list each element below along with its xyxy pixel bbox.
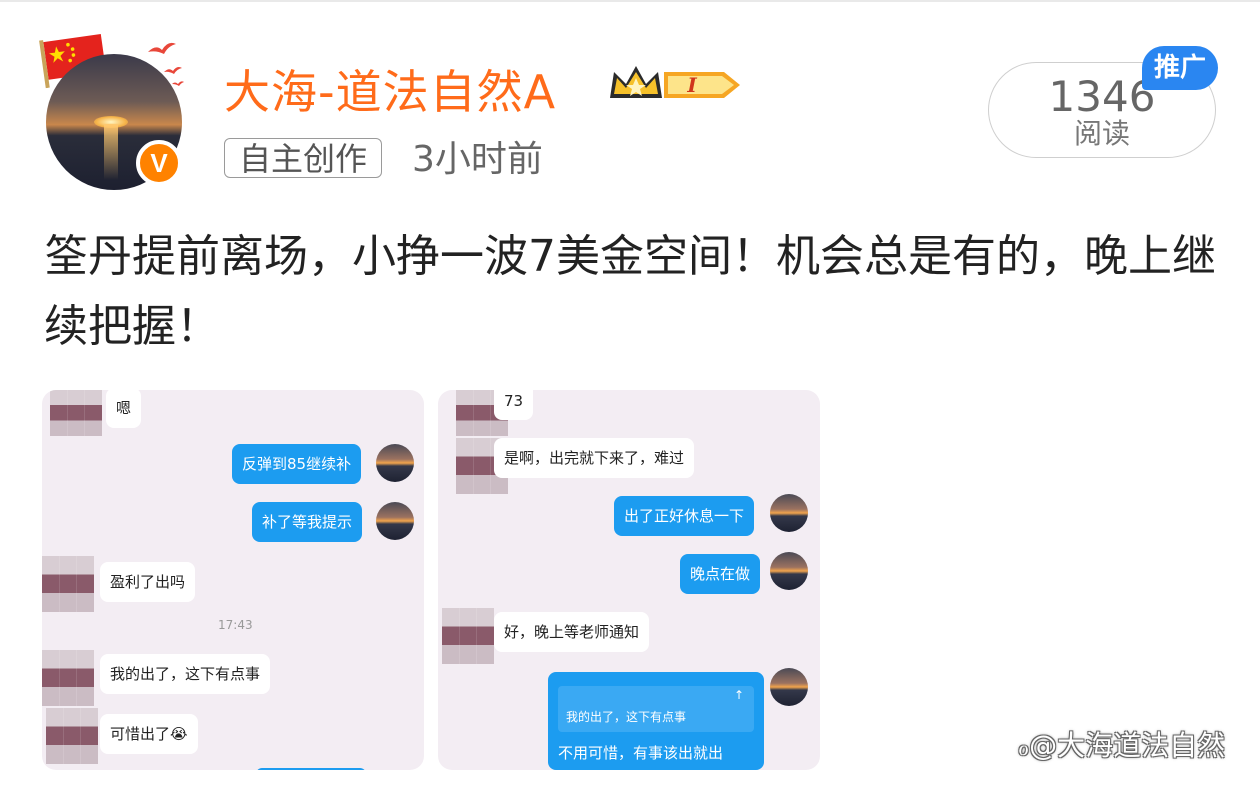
chat-bubble: 我的出了，这下有点事: [100, 654, 271, 694]
chat-bubble: 反弹到85继续补: [232, 444, 362, 484]
chat-bubble: 是啊，出完就下来了，难过: [494, 438, 695, 478]
watermark-text: @大海道法自然: [1029, 729, 1226, 762]
crown-icon[interactable]: I: [606, 58, 746, 110]
chat-bubble: 可惜出了😭: [100, 714, 198, 754]
self-avatar: [770, 552, 808, 590]
reply-text: 不用可惜，有事该出就出: [558, 744, 724, 762]
weibo-icon: ℴ: [1018, 733, 1030, 761]
chat-bubble-partial: [256, 768, 366, 770]
chat-bubble: 嗯: [106, 390, 142, 428]
chat-bubble: 73: [494, 390, 534, 420]
quoted-text: 我的出了，这下有点事: [566, 710, 687, 724]
chat-bubble: 补了等我提示: [252, 502, 363, 542]
self-avatar: [376, 502, 414, 540]
level-badge: I: [686, 73, 697, 97]
promo-badge[interactable]: 推广: [1142, 46, 1218, 90]
post-time: 3小时前: [412, 139, 543, 180]
chat-bubble: 出了正好休息一下: [614, 496, 755, 536]
username[interactable]: 大海-道法自然A: [224, 56, 556, 122]
chat-screenshot-left[interactable]: 嗯 反弹到85继续补 补了等我提示 盈利了出吗 17:43 我的出了，这下有点事…: [42, 390, 424, 770]
chat-bubble: 盈利了出吗: [100, 562, 196, 602]
blurred-avatar: [50, 390, 102, 436]
chat-timestamp: 17:43: [218, 618, 253, 632]
avatar-sun-reflection: [104, 124, 118, 180]
watermark: ℴ@大海道法自然: [1018, 724, 1225, 764]
arrow-up-icon: ↑: [734, 688, 745, 702]
self-avatar: [770, 668, 808, 706]
self-avatar: [376, 444, 414, 482]
blurred-avatar: [42, 556, 94, 612]
top-divider: [0, 0, 1260, 2]
blurred-avatar: [42, 650, 94, 706]
blurred-avatar: [46, 708, 98, 764]
chat-bubble: 晚点在做: [680, 554, 761, 594]
blurred-avatar: [442, 608, 494, 664]
read-label: 阅读: [1073, 117, 1130, 150]
original-tag: 自主创作: [224, 138, 383, 178]
chat-screenshot-right[interactable]: 73 是啊，出完就下来了，难过 出了正好休息一下 晚点在做 好，晚上等老师通知 …: [438, 390, 820, 770]
self-avatar: [770, 494, 808, 532]
post-text: 筌丹提前离场，小挣一波7美金空间！机会总是有的，晚上继续把握！: [44, 231, 1216, 352]
bird-icon: [148, 42, 184, 86]
verified-icon: V: [136, 140, 182, 186]
chat-bubble: 好，晚上等老师通知: [494, 612, 650, 652]
